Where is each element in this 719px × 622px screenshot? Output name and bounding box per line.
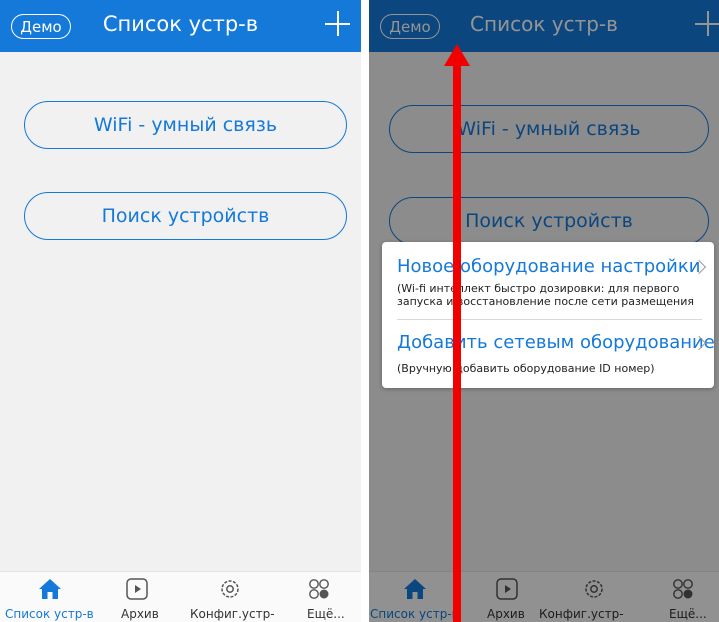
red-up-arrow-annotation bbox=[444, 44, 470, 622]
